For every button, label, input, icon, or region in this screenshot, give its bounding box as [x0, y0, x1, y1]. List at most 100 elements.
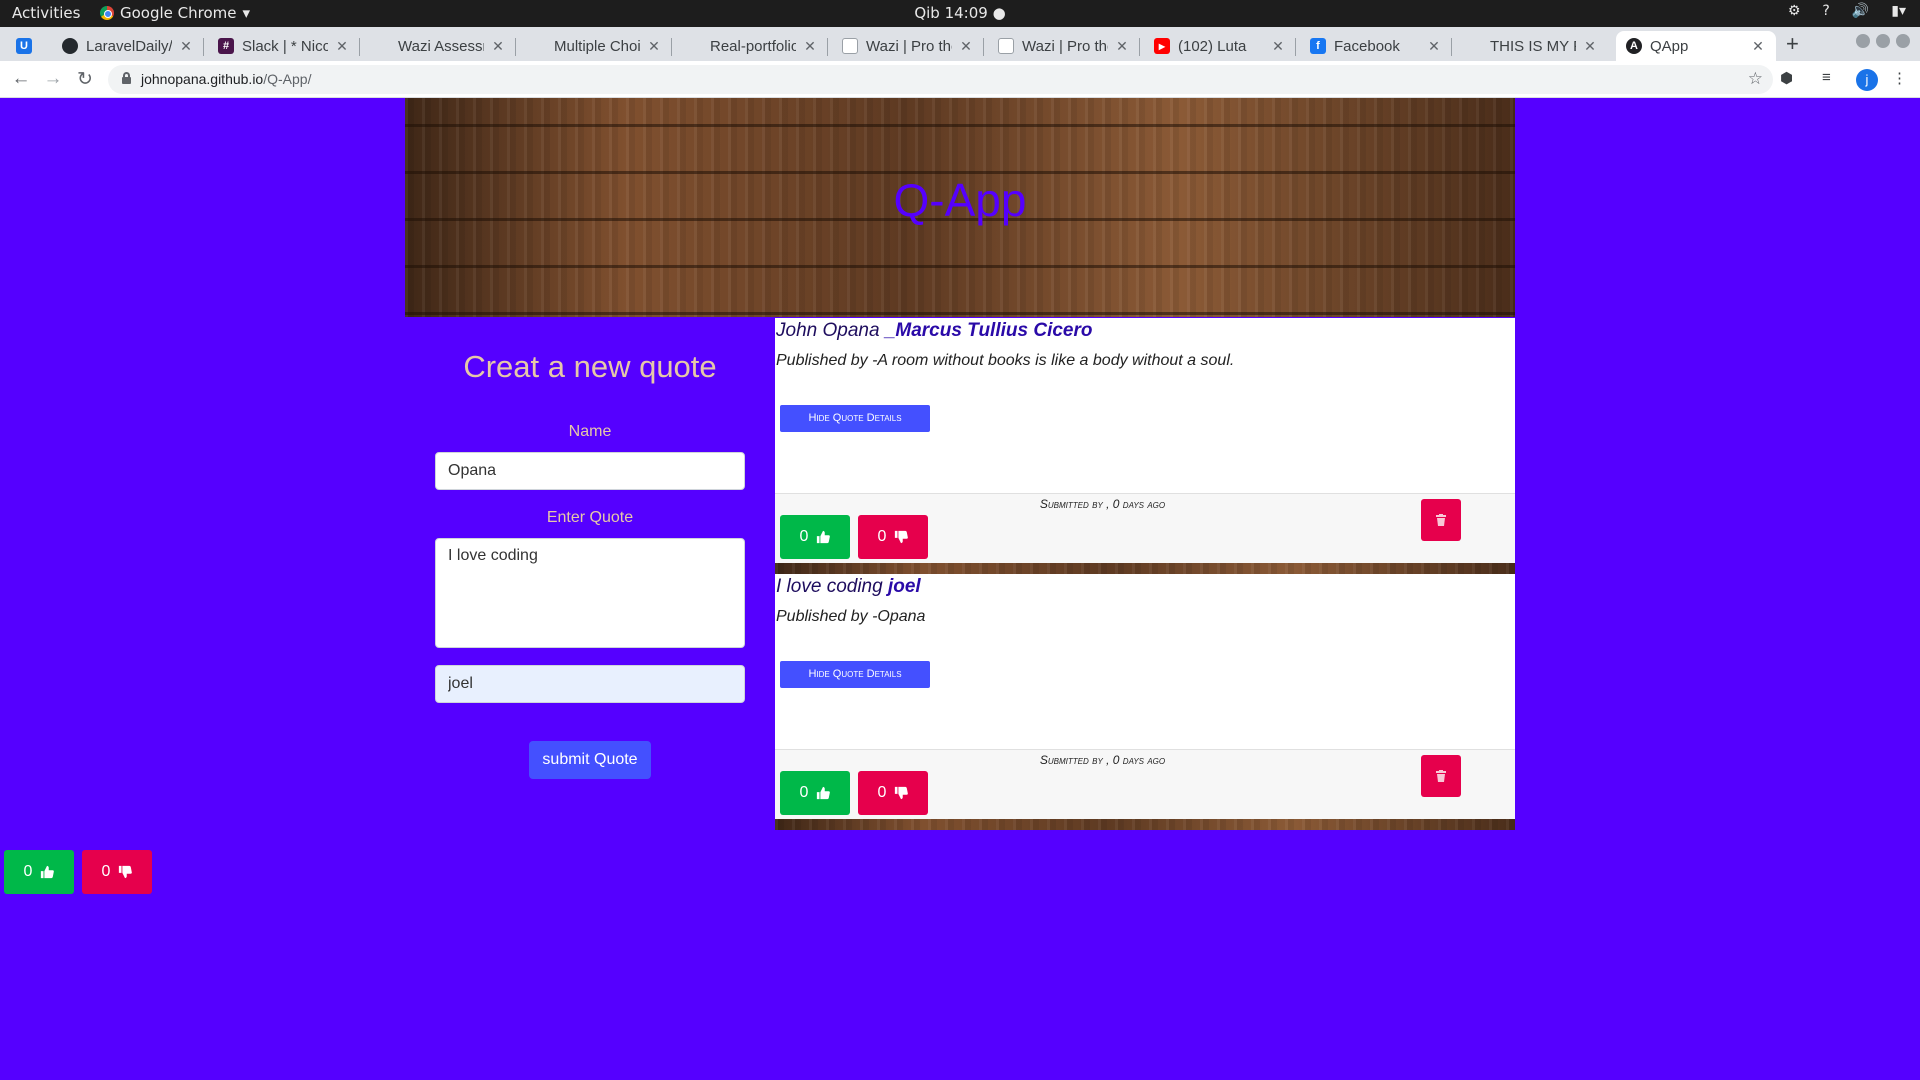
- close-icon[interactable]: ✕: [646, 38, 662, 55]
- name-input[interactable]: [435, 452, 745, 490]
- quote-heading: John Opana _Marcus Tullius Cicero: [776, 320, 1092, 342]
- page-content: Q-App Creat a new quote Name Enter Quote…: [0, 98, 1920, 1080]
- hero-banner: Q-App: [405, 98, 1515, 317]
- tab-youtube[interactable]: ▶ (102) Luta ✕: [1144, 31, 1296, 61]
- upvote-button[interactable]: 0: [780, 771, 850, 815]
- app-menu[interactable]: Google Chrome ▾: [100, 4, 250, 22]
- quote-text: John Opana: [776, 320, 885, 341]
- delete-quote-button[interactable]: [1421, 755, 1461, 797]
- page-icon: [530, 38, 546, 54]
- submit-quote-button[interactable]: submit Quote: [529, 741, 651, 779]
- close-icon[interactable]: ✕: [1114, 38, 1130, 55]
- url-host: johnopana.github.io: [141, 71, 264, 87]
- card-divider: [775, 819, 1515, 830]
- thumbs-up-icon: [817, 530, 831, 544]
- facebook-icon: f: [1310, 38, 1326, 54]
- tab-multiple-choice[interactable]: Multiple Choi ✕: [520, 31, 672, 61]
- close-icon[interactable]: ✕: [1582, 38, 1598, 55]
- page-icon: [686, 38, 702, 54]
- notification-dot-icon: ●: [987, 4, 1006, 22]
- page-icon: [1466, 38, 1482, 54]
- tab-title: Multiple Choi: [554, 37, 640, 55]
- tab-title: QApp: [1650, 37, 1689, 55]
- battery-icon[interactable]: ▮▾: [1891, 3, 1906, 19]
- reading-list-icon[interactable]: ≡: [1822, 69, 1831, 86]
- thumbs-down-icon: [895, 530, 909, 544]
- downvote-button[interactable]: 0: [858, 771, 928, 815]
- hide-quote-details-button[interactable]: Hide Quote Details: [780, 661, 930, 688]
- profile-avatar[interactable]: j: [1856, 69, 1878, 91]
- system-tray[interactable]: ⚙ ? 🔊 ▮▾: [1788, 3, 1906, 19]
- forward-icon[interactable]: →: [41, 68, 65, 90]
- quote-textarea[interactable]: I love coding: [435, 538, 745, 648]
- more-menu-icon[interactable]: ⋮: [1892, 69, 1907, 87]
- tab-pinned[interactable]: U: [6, 31, 50, 61]
- delete-quote-button[interactable]: [1421, 499, 1461, 541]
- close-icon[interactable]: ✕: [958, 38, 974, 55]
- close-icon[interactable]: ✕: [1426, 38, 1442, 55]
- hide-quote-details-button[interactable]: Hide Quote Details: [780, 405, 930, 432]
- youtube-icon: ▶: [1154, 38, 1170, 54]
- upvote-button[interactable]: 0: [4, 850, 74, 894]
- quote-text: I love coding: [776, 576, 888, 597]
- thumbs-down-icon: [895, 786, 909, 800]
- downvote-count: 0: [101, 863, 111, 880]
- volume-icon[interactable]: 🔊: [1852, 3, 1869, 19]
- back-icon[interactable]: ←: [9, 68, 33, 90]
- tab-portfolio[interactable]: THIS IS MY Po ✕: [1456, 31, 1608, 61]
- lock-icon[interactable]: [122, 72, 131, 84]
- reload-icon[interactable]: ↻: [73, 68, 97, 91]
- page-icon: [998, 38, 1014, 54]
- help-icon[interactable]: ?: [1822, 3, 1829, 19]
- tab-wazi-1[interactable]: Wazi | Pro the ✕: [832, 31, 984, 61]
- close-icon[interactable]: ✕: [490, 38, 506, 55]
- quote-published-by: Published by -A room without books is li…: [776, 352, 1235, 369]
- tab-title: THIS IS MY Po: [1490, 37, 1576, 55]
- tab-title: LaravelDaily/l: [86, 37, 172, 55]
- quote-heading: I love coding joel: [776, 576, 921, 598]
- close-icon[interactable]: ✕: [334, 38, 350, 55]
- bookmark-star-icon[interactable]: ☆: [1748, 69, 1763, 89]
- upvote-button[interactable]: 0: [780, 515, 850, 559]
- close-icon[interactable]: ✕: [802, 38, 818, 55]
- tab-title: Slack | * Nicol: [242, 37, 328, 55]
- new-tab-button[interactable]: +: [1786, 31, 1799, 57]
- quote-footer: Submitted by , 0 days ago 0 0: [775, 749, 1515, 819]
- tab-wazi-2[interactable]: Wazi | Pro the ✕: [988, 31, 1140, 61]
- submitted-info: Submitted by , 0 days ago: [1039, 497, 1166, 511]
- submitted-info: Submitted by , 0 days ago: [1039, 753, 1166, 767]
- quote-footer: Submitted by , 0 days ago 0 0: [775, 493, 1515, 563]
- quote-author: _Marcus Tullius Cicero: [884, 320, 1093, 341]
- address-bar: ← → ↻ johnopana.github.io/Q-App/ ☆ ⬢ ≡ j…: [0, 61, 1920, 98]
- maximize-icon[interactable]: [1876, 34, 1890, 48]
- page-icon: [374, 38, 390, 54]
- system-top-bar: Activities Google Chrome ▾ Qib 14:09 ● ⚙…: [0, 0, 1920, 27]
- close-window-icon[interactable]: [1896, 34, 1910, 48]
- thumbs-down-icon: [119, 865, 133, 879]
- quote-published-by: Published by -Opana: [776, 608, 926, 625]
- tab-real-portfolio[interactable]: Real-portfolio ✕: [676, 31, 828, 61]
- downvote-button[interactable]: 0: [858, 515, 928, 559]
- url-input[interactable]: johnopana.github.io/Q-App/ ☆: [108, 65, 1773, 94]
- github-icon: [62, 38, 78, 54]
- form-title: Creat a new quote: [463, 349, 717, 384]
- clock[interactable]: Qib 14:09: [914, 4, 988, 22]
- minimize-icon[interactable]: [1856, 34, 1870, 48]
- window-controls: [1856, 34, 1910, 48]
- activities-button[interactable]: Activities: [12, 4, 80, 22]
- downvote-button[interactable]: 0: [82, 850, 152, 894]
- author-input[interactable]: [435, 665, 745, 703]
- tab-qapp[interactable]: A QApp ✕: [1616, 31, 1776, 61]
- close-icon[interactable]: ✕: [1750, 38, 1766, 55]
- network-icon[interactable]: ⚙: [1788, 3, 1801, 19]
- tab-slack[interactable]: # Slack | * Nicol ✕: [208, 31, 360, 61]
- tab-wazi-assessment[interactable]: Wazi Assessm ✕: [364, 31, 516, 61]
- tab-laraveldaily[interactable]: LaravelDaily/l ✕: [52, 31, 204, 61]
- extension-icon[interactable]: ⬢: [1780, 69, 1793, 87]
- tab-facebook[interactable]: f Facebook ✕: [1300, 31, 1452, 61]
- angular-icon: A: [1626, 38, 1642, 54]
- close-icon[interactable]: ✕: [178, 38, 194, 55]
- close-icon[interactable]: ✕: [1270, 38, 1286, 55]
- trash-icon: [1436, 514, 1446, 526]
- tab-title: Wazi | Pro the: [866, 37, 952, 55]
